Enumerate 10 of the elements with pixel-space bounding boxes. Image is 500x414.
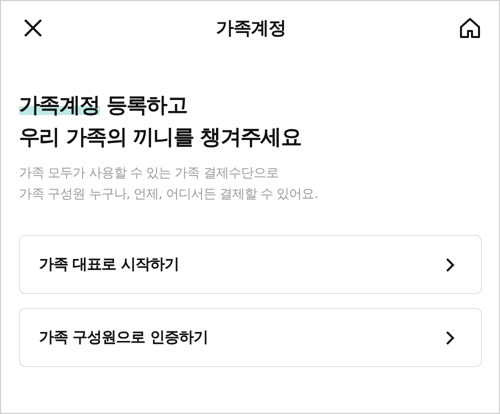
close-icon[interactable] <box>23 18 43 38</box>
headline: 가족계정 등록하고 우리 가족의 끼니를 챙겨주세요 <box>19 92 302 151</box>
option-button[interactable]: 가족 대표로 시작하기 <box>19 235 482 294</box>
chevron-right-icon <box>445 256 455 272</box>
page-title: 가족계정 <box>216 17 286 40</box>
description-text: 가족 모두가 사용할 수 있는 가족 결제수단으로 <box>19 165 278 183</box>
description-text: 가족 구성원 누구나, 언제, 어디서든 결제할 수 있어요. <box>19 186 318 204</box>
option-button[interactable]: 가족 구성원으로 인증하기 <box>19 308 482 367</box>
home-icon[interactable] <box>459 17 481 39</box>
chevron-right-icon <box>445 330 455 346</box>
